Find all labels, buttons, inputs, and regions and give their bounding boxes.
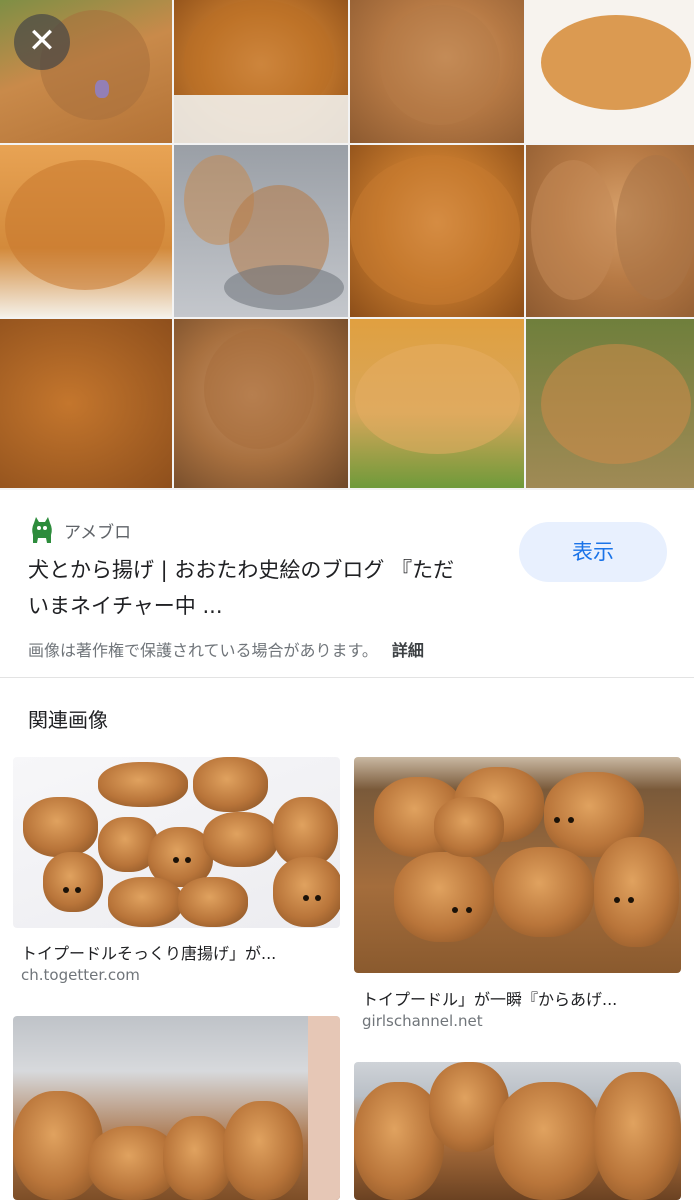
related-images-heading: 関連画像: [28, 708, 108, 732]
close-button[interactable]: ✕: [14, 14, 70, 70]
collage-tile-chicken: [0, 319, 172, 488]
related-image-card[interactable]: トイプードルそっくり唐揚げ」が... ch.togetter.com: [13, 757, 340, 987]
related-image-title: トイプードルそっくり唐揚げ」が...: [21, 944, 277, 963]
related-image-card[interactable]: [354, 1062, 681, 1200]
result-title[interactable]: 犬とから揚げ | おおたわ史絵のブログ 『ただいまネイチャー中 ...: [28, 552, 468, 624]
divider: [0, 677, 694, 678]
ameba-icon: [30, 515, 54, 545]
hero-image-collage[interactable]: ✕: [0, 0, 694, 490]
related-image-title: トイプードル」が一瞬『からあげ...: [362, 990, 618, 1009]
source-row[interactable]: アメブロ: [30, 515, 131, 545]
copyright-notice: 画像は著作権で保護されている場合があります。 詳細: [28, 637, 424, 661]
details-link[interactable]: 詳細: [392, 641, 424, 660]
collage-tile-chicken: [350, 319, 524, 488]
close-icon: ✕: [27, 21, 57, 61]
image-grid: [0, 0, 694, 490]
related-image-thumbnail[interactable]: [13, 1016, 340, 1200]
related-image-thumbnail[interactable]: [13, 757, 340, 928]
collage-tile-chicken: [350, 145, 524, 317]
related-image-domain: ch.togetter.com: [21, 966, 140, 984]
related-image-card[interactable]: [13, 1016, 340, 1200]
collage-tile-dog: [526, 145, 694, 317]
show-button[interactable]: 表示: [519, 522, 667, 582]
collage-tile-chicken: [174, 0, 348, 143]
collage-tile-dog: [526, 319, 694, 488]
collage-tile-chicken: [0, 145, 172, 317]
related-image-domain: girlschannel.net: [362, 1012, 483, 1030]
collage-tile-chicken: [526, 0, 694, 143]
related-image-card[interactable]: トイプードル」が一瞬『からあげ... girlschannel.net: [354, 757, 681, 1032]
source-name: アメブロ: [64, 522, 132, 543]
collage-tile-dog: [174, 319, 348, 488]
related-image-thumbnail[interactable]: [354, 757, 681, 973]
collage-tile-dog: [174, 145, 348, 317]
related-image-thumbnail[interactable]: [354, 1062, 681, 1200]
copyright-text: 画像は著作権で保護されている場合があります。: [28, 641, 378, 660]
collage-tile-dog: [350, 0, 524, 143]
